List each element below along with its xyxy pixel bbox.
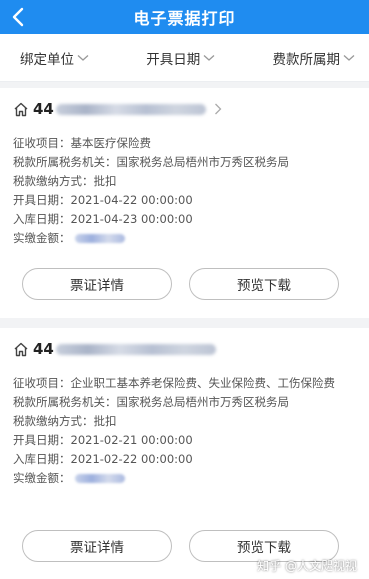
- filter-issue-date[interactable]: 开具日期: [146, 48, 215, 68]
- detail-button[interactable]: 票证详情: [22, 530, 172, 562]
- field-storage-date: 入库日期：2021-02-22 00:00:00: [13, 452, 193, 466]
- receipt-fields: 征收项目：基本医疗保险费 税款所属税务机关：国家税务总局梧州市万秀区税务局 税款…: [13, 134, 356, 248]
- page-title: 电子票据打印: [133, 9, 236, 28]
- field-issue-date: 开具日期：2021-04-22 00:00:00: [13, 193, 193, 207]
- field-collection-item: 征收项目：基本医疗保险费: [13, 136, 151, 150]
- preview-download-button[interactable]: 预览下载: [189, 268, 339, 300]
- receipt-number: 44: [33, 100, 54, 118]
- field-payment-method: 税款缴纳方式：批扣: [13, 414, 117, 428]
- receipt-fields: 征收项目：企业职工基本养老保险费、失业保险费、工伤保险费 税款所属税务机关：国家…: [13, 374, 356, 488]
- field-paid-amount: 实缴金额：: [13, 229, 356, 248]
- field-tax-authority: 税款所属税务机关：国家税务总局梧州市万秀区税务局: [13, 155, 289, 169]
- field-issue-date: 开具日期：2021-02-21 00:00:00: [13, 433, 193, 447]
- chevron-down-icon: [77, 54, 89, 62]
- redacted-number: [55, 343, 216, 355]
- redacted-amount: [74, 234, 125, 243]
- field-collection-item: 征收项目：企业职工基本养老保险费、失业保险费、工伤保险费: [13, 376, 335, 390]
- chevron-down-icon: [203, 54, 215, 62]
- field-paid-amount: 实缴金额：: [13, 469, 356, 488]
- app-header: 电子票据打印: [0, 0, 369, 34]
- filter-tax-period[interactable]: 费款所属期: [273, 48, 356, 68]
- chevron-right-icon: [214, 103, 222, 115]
- receipt-card: 44 征收项目：基本医疗保险费 税款所属税务机关：国家税务总局梧州市万秀区税务局…: [0, 88, 369, 318]
- receipt-header[interactable]: 44: [13, 338, 356, 360]
- receipt-actions: 票证详情 预览下载: [22, 268, 339, 300]
- filter-label: 开具日期: [146, 51, 201, 68]
- filter-label: 绑定单位: [20, 51, 74, 68]
- receipt-card: 44 征收项目：企业职工基本养老保险费、失业保险费、工伤保险费 税款所属税务机关…: [0, 328, 369, 579]
- home-icon: [13, 102, 29, 117]
- field-tax-authority: 税款所属税务机关：国家税务总局梧州市万秀区税务局: [13, 395, 289, 409]
- watermark: 知乎 @人文咫视视: [257, 559, 357, 573]
- field-payment-method: 税款缴纳方式：批扣: [13, 174, 117, 188]
- home-icon: [13, 342, 29, 357]
- filter-bound-unit[interactable]: 绑定单位: [20, 48, 89, 68]
- chevron-down-icon: [343, 54, 355, 62]
- detail-button[interactable]: 票证详情: [22, 268, 172, 300]
- redacted-amount: [74, 474, 125, 483]
- redacted-number: [55, 103, 206, 115]
- back-button[interactable]: [6, 3, 30, 31]
- receipt-number: 44: [33, 340, 54, 358]
- chevron-left-icon: [12, 7, 24, 27]
- filter-label: 费款所属期: [272, 51, 341, 68]
- filter-bar: 绑定单位 开具日期 费款所属期: [0, 34, 369, 82]
- field-storage-date: 入库日期：2021-04-23 00:00:00: [13, 212, 193, 226]
- receipt-header[interactable]: 44: [13, 98, 356, 120]
